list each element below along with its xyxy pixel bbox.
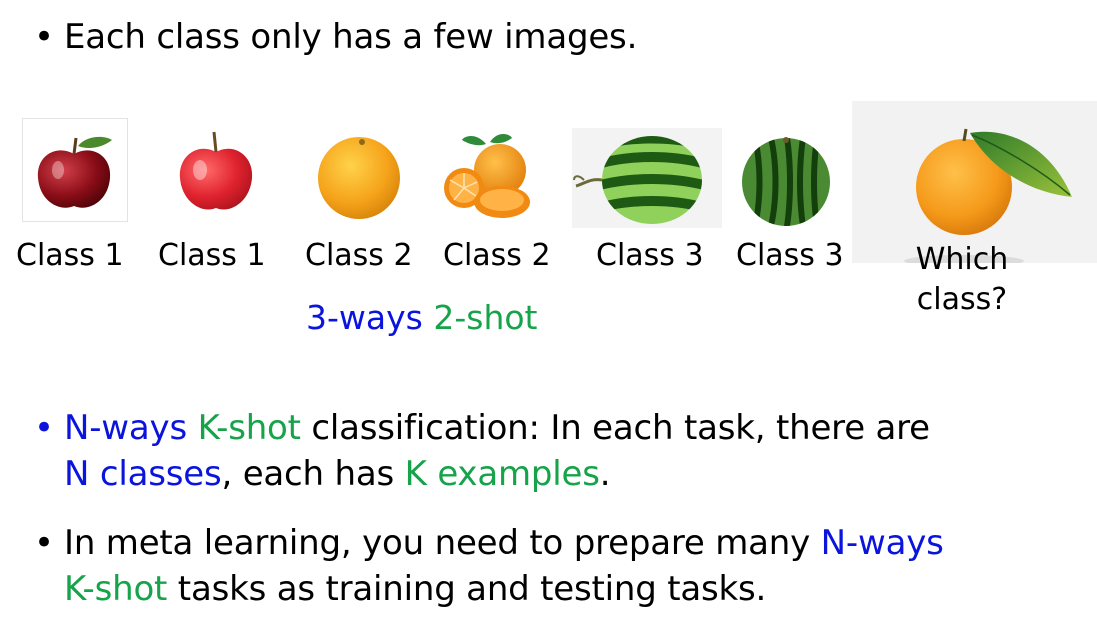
query-caption-line1: Which: [915, 242, 1009, 277]
k-shot-term: K-shot: [197, 408, 301, 448]
caption-class-2b: Class 2: [443, 238, 551, 273]
sliced-orange-icon: [440, 130, 536, 222]
definition-text-1: classification: In each task, there are: [300, 408, 930, 448]
caption-class-1a: Class 1: [16, 238, 124, 273]
bullet-dot: •: [34, 523, 54, 563]
task-setting-label: 3-ways 2-shot: [306, 298, 537, 337]
meta-learning-bullet: • In meta learning, you need to prepare …: [34, 520, 1084, 612]
n-ways-term: N-ways: [820, 523, 944, 563]
definition-text-3: .: [599, 454, 611, 494]
orange-icon: [312, 132, 406, 224]
caption-class-3b: Class 3: [736, 238, 844, 273]
bullet-dot: •: [34, 17, 54, 57]
tangerine-with-leaf-icon: [852, 101, 1097, 263]
intro-bullet-text: Each class only has a few images.: [64, 17, 638, 57]
shot-label: 2-shot: [433, 298, 538, 337]
k-shot-term: K-shot: [64, 569, 168, 609]
query-caption-line2: class?: [916, 282, 1008, 317]
meta-text-1: In meta learning, you need to prepare ma…: [64, 523, 821, 563]
query-caption: Which class?: [902, 240, 1022, 320]
watermelon-icon: [738, 134, 834, 230]
caption-class-2a: Class 2: [305, 238, 413, 273]
k-examples-term: K examples: [404, 454, 600, 494]
n-ways-term: N-ways: [64, 408, 187, 448]
intro-bullet: • Each class only has a few images.: [34, 14, 638, 60]
meta-text-2: tasks as training and testing tasks.: [167, 569, 767, 609]
definition-bullet: • N-ways K-shot classification: In each …: [34, 405, 1064, 497]
definition-text-2: , each has: [221, 454, 405, 494]
watermelon-icon: [572, 128, 722, 228]
red-apple-icon: [168, 126, 264, 218]
caption-class-1b: Class 1: [158, 238, 266, 273]
caption-class-3a: Class 3: [596, 238, 704, 273]
n-classes-term: N classes: [64, 454, 222, 494]
ways-label: 3-ways: [306, 298, 423, 337]
bullet-dot: •: [34, 408, 54, 448]
red-apple-icon: [22, 118, 128, 222]
slide: • Each class only has a few images. Clas…: [0, 0, 1097, 623]
